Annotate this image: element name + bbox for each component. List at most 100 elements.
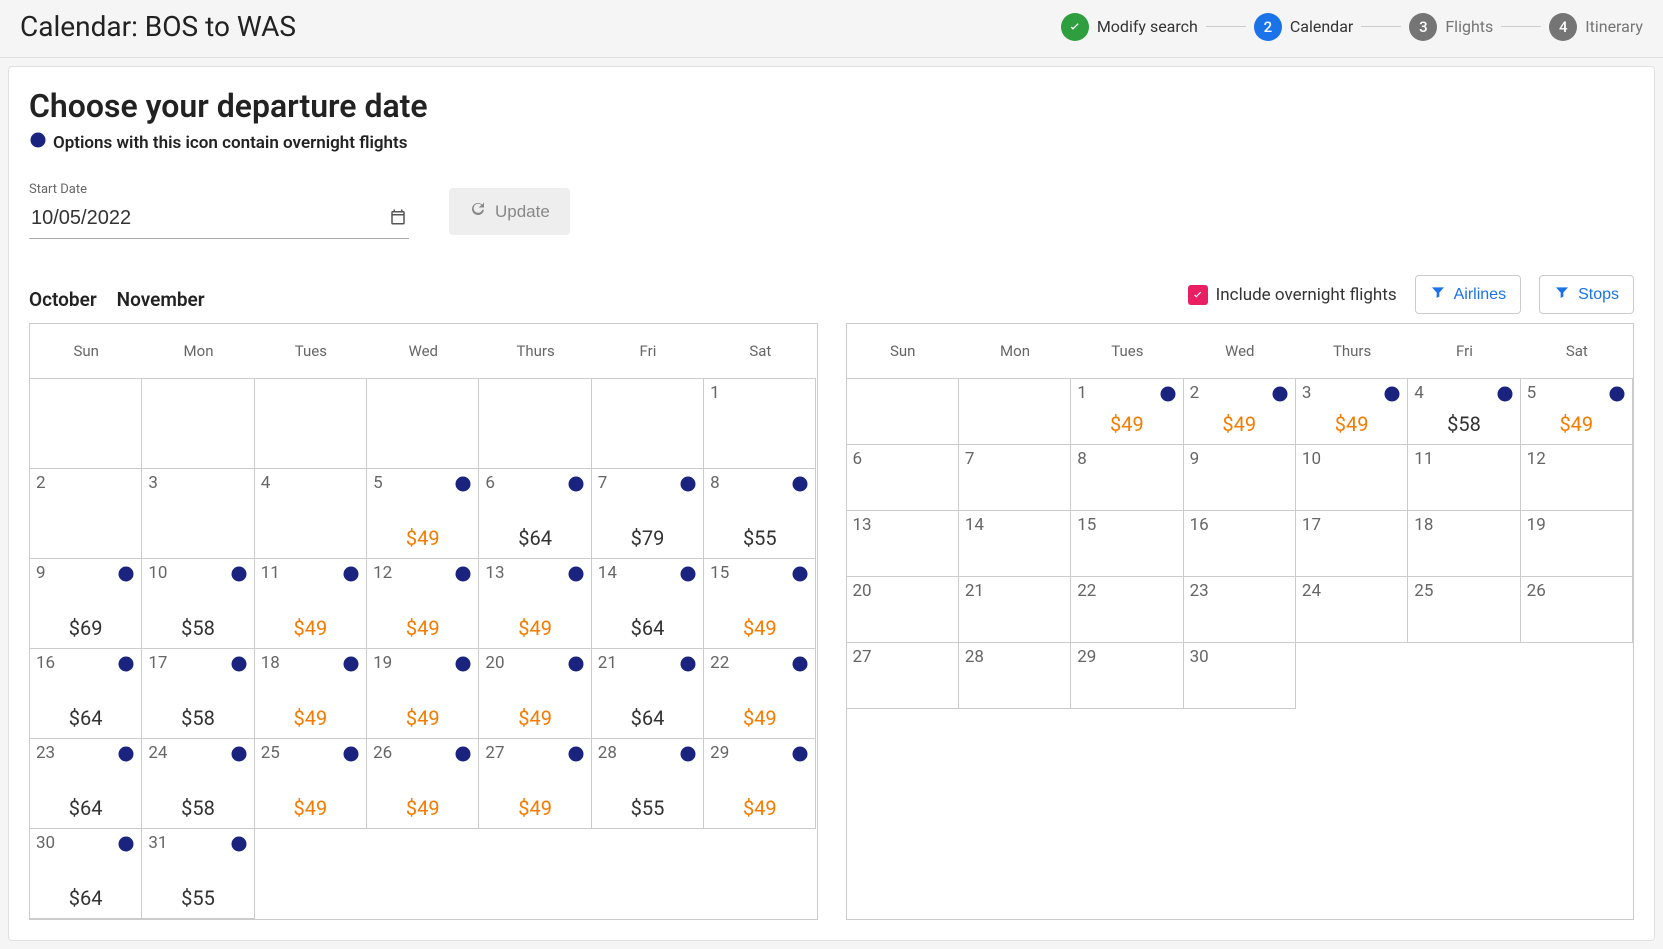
moon-icon	[1271, 385, 1289, 407]
day-number: 16	[1190, 515, 1289, 535]
overnight-legend: Options with this icon contain overnight…	[29, 131, 1634, 154]
moon-icon	[454, 565, 472, 587]
calendar-cell-empty	[142, 379, 254, 469]
calendar-cell[interactable]: 20$49	[479, 649, 591, 739]
calendar-cell[interactable]: 27$49	[479, 739, 591, 829]
calendar-cell[interactable]: 6$64	[479, 469, 591, 559]
overnight-legend-text: Options with this icon contain overnight…	[53, 133, 408, 153]
stops-filter-button[interactable]: Stops	[1539, 275, 1634, 314]
moon-icon	[230, 745, 248, 767]
start-date-input[interactable]	[29, 203, 409, 239]
dow-header: Mon	[142, 324, 254, 379]
calendar-cell-empty	[847, 379, 959, 445]
calendar-cell[interactable]: 21$64	[592, 649, 704, 739]
calendar-cell[interactable]: 7$79	[592, 469, 704, 559]
calendar-cell: 20	[847, 577, 959, 643]
moon-icon	[791, 745, 809, 767]
calendar-cell: 14	[959, 511, 1071, 577]
calendar-cell[interactable]: 13$49	[479, 559, 591, 649]
calendar-cell[interactable]: 22$49	[704, 649, 816, 739]
moon-icon	[230, 565, 248, 587]
calendar-cell: 17	[1296, 511, 1408, 577]
calendar-cell: 2	[30, 469, 142, 559]
step-number-icon: 3	[1409, 13, 1437, 41]
day-number: 6	[853, 449, 952, 469]
calendar-cell: 30	[1184, 643, 1296, 709]
day-number: 24	[1302, 581, 1401, 601]
day-number: 13	[853, 515, 952, 535]
include-overnight-toggle[interactable]: Include overnight flights	[1188, 285, 1397, 305]
calendar-cell[interactable]: 19$49	[367, 649, 479, 739]
calendar-cell[interactable]: 17$58	[142, 649, 254, 739]
calendar-cell[interactable]: 9$69	[30, 559, 142, 649]
calendar-cell[interactable]: 14$64	[592, 559, 704, 649]
calendar-cell[interactable]: 15$49	[704, 559, 816, 649]
dow-header: Tues	[255, 324, 367, 379]
price-value: $58	[148, 706, 247, 730]
price-value: $64	[36, 796, 135, 820]
calendar-icon[interactable]	[389, 208, 407, 230]
dow-header: Sun	[847, 324, 959, 379]
price-value: $64	[36, 706, 135, 730]
calendar-cell: 23	[1184, 577, 1296, 643]
moon-icon	[567, 655, 585, 677]
price-value: $55	[710, 526, 809, 550]
day-number: 22	[1077, 581, 1176, 601]
include-overnight-label: Include overnight flights	[1216, 285, 1397, 305]
moon-icon	[679, 475, 697, 497]
dow-header: Fri	[592, 324, 704, 379]
calendar-cell[interactable]: 24$58	[142, 739, 254, 829]
step-modify-search[interactable]: Modify search	[1061, 13, 1198, 41]
calendar-november: SunMonTuesWedThursFriSat 1$492$493$494$5…	[846, 323, 1635, 920]
day-number: 20	[853, 581, 952, 601]
calendar-cell[interactable]: 5$49	[367, 469, 479, 559]
price-value: $49	[485, 796, 584, 820]
price-value: $49	[1190, 412, 1289, 436]
price-value: $55	[598, 796, 697, 820]
calendar-cell[interactable]: 5$49	[1521, 379, 1633, 445]
dow-header: Thurs	[479, 324, 591, 379]
moon-icon	[567, 475, 585, 497]
dow-header: Thurs	[1296, 324, 1408, 379]
calendar-cell[interactable]: 23$64	[30, 739, 142, 829]
update-label: Update	[495, 202, 550, 222]
step-calendar[interactable]: 2 Calendar	[1254, 13, 1353, 41]
calendar-cell: 26	[1521, 577, 1633, 643]
moon-icon	[117, 565, 135, 587]
calendar-cell[interactable]: 2$49	[1184, 379, 1296, 445]
calendar-cell: 4	[255, 469, 367, 559]
calendar-cell[interactable]: 3$49	[1296, 379, 1408, 445]
calendar-cell[interactable]: 11$49	[255, 559, 367, 649]
calendar-cell[interactable]: 18$49	[255, 649, 367, 739]
calendar-cell[interactable]: 28$55	[592, 739, 704, 829]
calendar-cell[interactable]: 1$49	[1071, 379, 1183, 445]
calendar-cell-empty	[479, 379, 591, 469]
price-value: $49	[710, 616, 809, 640]
price-value: $49	[373, 796, 472, 820]
start-date-field[interactable]	[31, 207, 389, 230]
calendar-cell[interactable]: 12$49	[367, 559, 479, 649]
tab-october[interactable]: October	[29, 288, 97, 311]
calendar-cell[interactable]: 8$55	[704, 469, 816, 559]
update-button[interactable]: Update	[449, 188, 570, 235]
calendar-cell[interactable]: 31$55	[142, 829, 254, 919]
dow-header: Sat	[1521, 324, 1633, 379]
calendar-cell[interactable]: 26$49	[367, 739, 479, 829]
calendar-cell[interactable]: 4$58	[1408, 379, 1520, 445]
day-number: 26	[1527, 581, 1626, 601]
calendar-cell[interactable]: 29$49	[704, 739, 816, 829]
dow-header: Sat	[704, 324, 816, 379]
calendar-cell: 7	[959, 445, 1071, 511]
step-separator	[1206, 26, 1246, 27]
airlines-filter-button[interactable]: Airlines	[1415, 275, 1521, 314]
stops-label: Stops	[1578, 286, 1619, 304]
price-value: $49	[373, 616, 472, 640]
tab-november[interactable]: November	[117, 288, 205, 311]
calendar-cell: 28	[959, 643, 1071, 709]
calendar-cell: 11	[1408, 445, 1520, 511]
price-value: $49	[485, 706, 584, 730]
calendar-cell[interactable]: 10$58	[142, 559, 254, 649]
calendar-cell[interactable]: 25$49	[255, 739, 367, 829]
calendar-cell[interactable]: 16$64	[30, 649, 142, 739]
calendar-cell[interactable]: 30$64	[30, 829, 142, 919]
